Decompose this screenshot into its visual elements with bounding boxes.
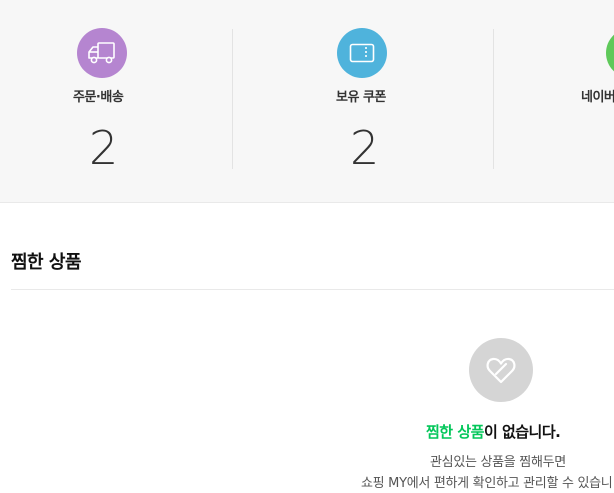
- circle-icon: [606, 28, 614, 78]
- coupon-icon: [349, 43, 375, 63]
- summary-coupons[interactable]: 보유 쿠폰 2: [233, 0, 465, 202]
- empty-wishlist-message-line2: 쇼핑 MY에서 편하게 확인하고 관리할 수 있습니: [361, 476, 613, 491]
- summary-coupons-label: 보유 쿠폰: [336, 90, 386, 105]
- summary-naver[interactable]: 네이버: [494, 0, 614, 202]
- summary-coupons-count[interactable]: 2: [350, 118, 379, 178]
- coupon-icon-badge: [337, 28, 387, 78]
- empty-wishlist-heading: 찜한 상품이 없습니다.: [426, 421, 561, 442]
- my-summary-panel: 주문·배송 2 보유 쿠폰 2 네이버: [0, 0, 614, 203]
- section-divider: [11, 289, 614, 290]
- empty-wishlist-icon-badge: [469, 338, 533, 402]
- truck-icon: [88, 42, 115, 64]
- empty-wishlist-heading-rest: 이 없습니다.: [483, 423, 561, 441]
- heart-icon: [486, 357, 516, 384]
- empty-wishlist-heading-accent: 찜한 상품: [426, 423, 484, 441]
- wishlist-title: 찜한 상품: [11, 252, 82, 273]
- empty-wishlist-message-line1: 관심있는 상품을 찜해두면: [430, 455, 566, 470]
- summary-naver-label: 네이버: [581, 90, 614, 105]
- summary-orders-count[interactable]: 2: [89, 118, 118, 178]
- truck-icon-badge: [77, 28, 127, 78]
- summary-orders-label: 주문·배송: [73, 90, 124, 105]
- summary-orders[interactable]: 주문·배송 2: [0, 0, 232, 202]
